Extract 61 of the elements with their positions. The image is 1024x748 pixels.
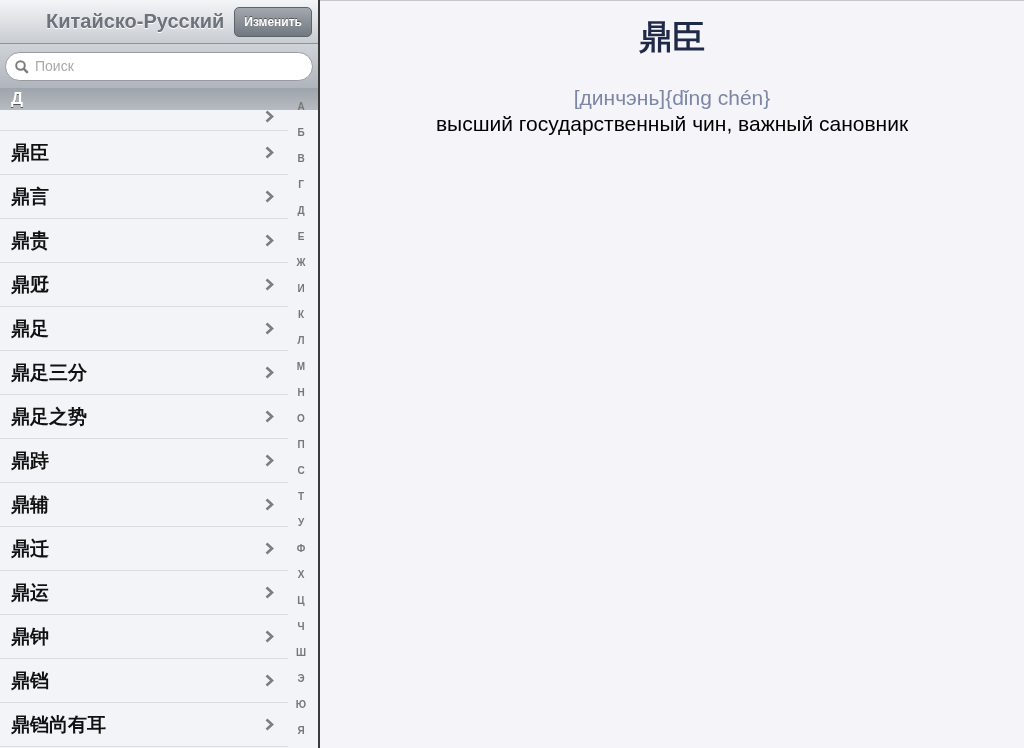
index-letter[interactable]: Ф xyxy=(296,542,306,568)
list-item[interactable]: 鼎觃 xyxy=(0,263,288,307)
list-item[interactable]: 鼎钟 xyxy=(0,615,288,659)
index-letter[interactable]: Т xyxy=(297,490,305,516)
list-item[interactable]: 鼎运 xyxy=(0,571,288,615)
index-letter[interactable]: П xyxy=(297,438,305,464)
chevron-icon xyxy=(265,110,274,123)
chevron-icon xyxy=(265,234,274,247)
chevron-icon xyxy=(265,190,274,203)
chevron-icon xyxy=(265,718,274,731)
list-item[interactable]: 鼎臣 xyxy=(0,131,288,175)
index-letter[interactable]: Ю xyxy=(295,698,307,724)
definition: высший государственный чин, важный сановник xyxy=(435,112,909,136)
index-letter[interactable]: Э xyxy=(297,672,305,698)
navigation-title: Китайско-Русский xyxy=(46,10,225,33)
edit-button[interactable]: Изменить xyxy=(234,6,312,37)
list-item[interactable]: 鼎跱 xyxy=(0,439,288,483)
chevron-icon xyxy=(265,586,274,599)
index-letter[interactable]: Ц xyxy=(297,594,305,620)
headword: 鼎臣 xyxy=(639,16,705,58)
chevron-icon xyxy=(265,498,274,511)
index-letter[interactable]: Д xyxy=(297,204,305,230)
search-field[interactable]: Поиск xyxy=(5,51,313,81)
chevron-icon xyxy=(265,410,274,423)
chevron-icon xyxy=(265,366,274,379)
index-letter[interactable]: И xyxy=(297,282,305,308)
chevron-icon xyxy=(265,674,274,687)
index-letter[interactable]: Л xyxy=(297,334,305,360)
index-letter[interactable]: О xyxy=(297,412,305,438)
chevron-icon xyxy=(265,542,274,555)
list-item[interactable]: 鼎足之势 xyxy=(0,395,288,439)
index-letter[interactable]: Я xyxy=(297,724,305,748)
transcription: [динчэнь]{dǐng chén} xyxy=(573,86,771,110)
section-letter: Д xyxy=(11,89,24,109)
list-item[interactable]: 鼎足 xyxy=(0,307,288,351)
index-letter[interactable]: Х xyxy=(297,568,305,594)
list-item[interactable]: 鼎迁 xyxy=(0,527,288,571)
list-item[interactable]: 鼎辅 xyxy=(0,483,288,527)
chevron-icon xyxy=(265,630,274,643)
list-item[interactable]: 鼎铛尚有耳 xyxy=(0,703,288,747)
index-letter[interactable]: Ч xyxy=(297,620,305,646)
index-letter[interactable]: Е xyxy=(297,230,305,256)
chevron-icon xyxy=(265,454,274,467)
list-item[interactable]: 鼎言 xyxy=(0,175,288,219)
index-letter[interactable]: В xyxy=(297,152,305,178)
index-letter[interactable]: Г xyxy=(298,178,304,204)
index-letter[interactable]: Ш xyxy=(295,646,307,672)
index-letter[interactable]: С xyxy=(297,464,305,490)
index-letter[interactable]: Н xyxy=(297,386,305,412)
index-letter[interactable]: М xyxy=(296,360,306,386)
chevron-icon xyxy=(265,322,274,335)
index-letter[interactable]: К xyxy=(297,308,305,334)
index-letter[interactable]: А xyxy=(297,100,305,126)
chevron-icon xyxy=(265,278,274,291)
index-letter[interactable]: Б xyxy=(297,126,305,152)
index-letter[interactable]: У xyxy=(297,516,305,542)
list-item[interactable]: 鼎铛 xyxy=(0,659,288,703)
chevron-icon xyxy=(265,146,274,159)
list-item[interactable]: 鼎贵 xyxy=(0,219,288,263)
list-item[interactable]: 鼎足三分 xyxy=(0,351,288,395)
index-letter[interactable]: Ж xyxy=(296,256,306,282)
